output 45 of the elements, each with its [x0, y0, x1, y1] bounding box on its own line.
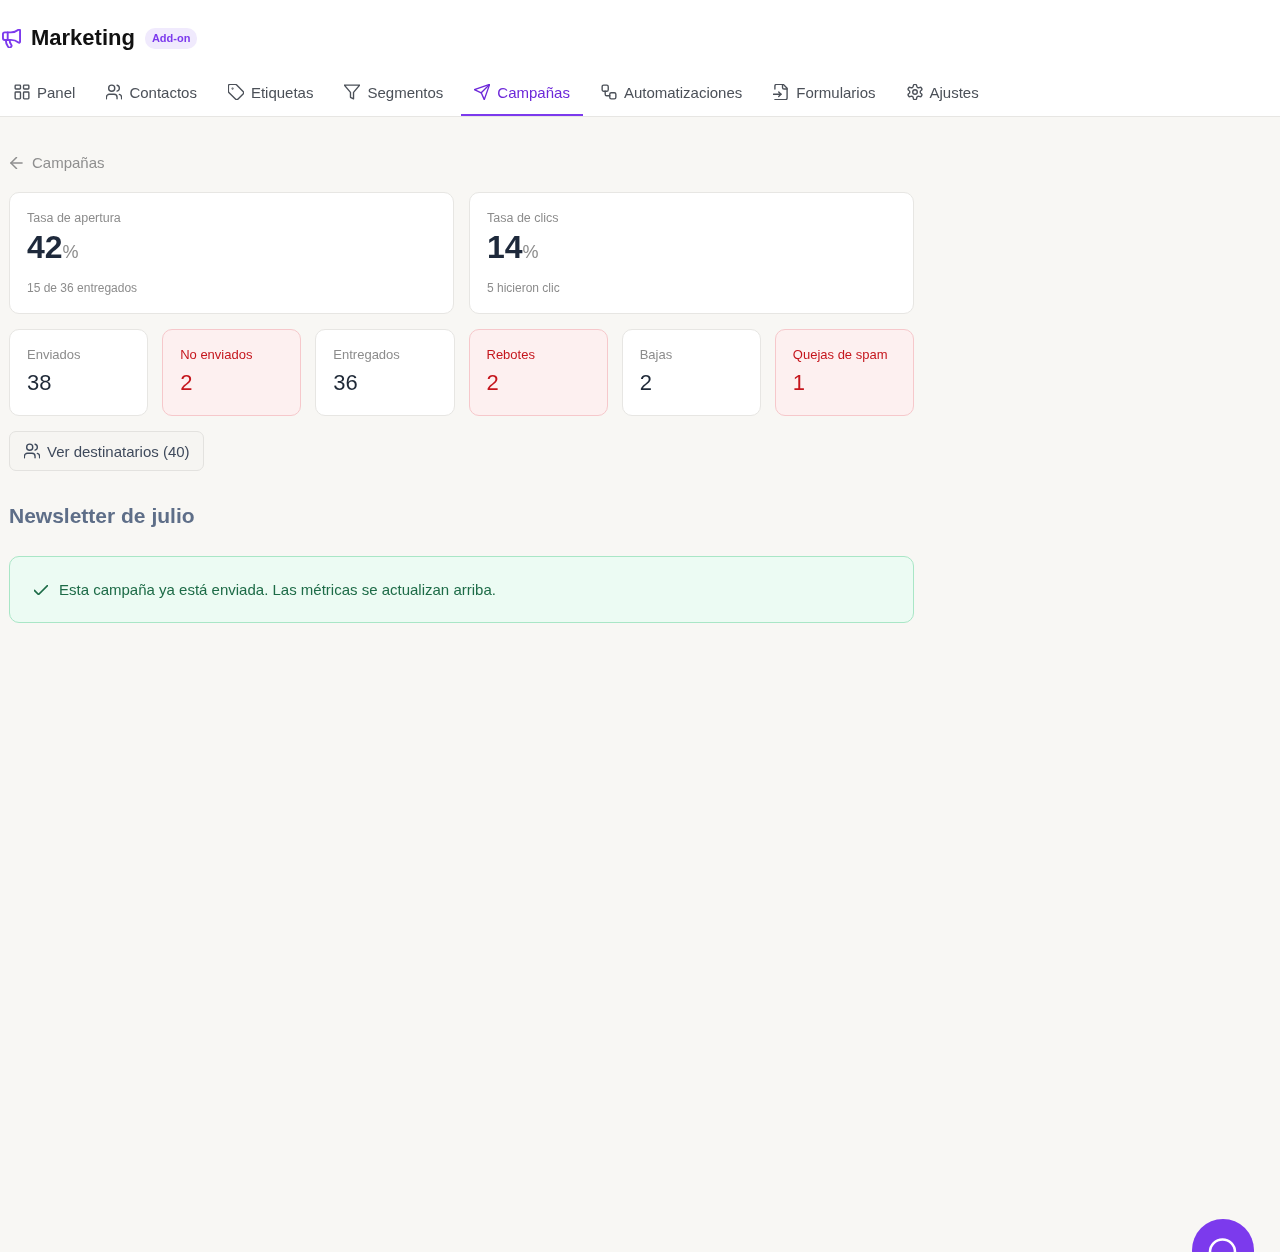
nav-tab[interactable]: Contactos — [93, 70, 210, 116]
users-icon — [24, 443, 40, 459]
nav-tab[interactable]: Formularios — [760, 70, 889, 116]
check-icon — [34, 584, 48, 595]
metric-detail: 5 hicieron clic — [487, 280, 561, 296]
notice-text: Esta campaña ya está enviada. Las métricas se actualizan arriba. — [59, 579, 496, 600]
stat-value: 2 — [180, 369, 194, 397]
metric-detail: 15 de 36 entregados — [27, 280, 139, 296]
app-title: Marketing — [31, 24, 135, 52]
nav-tab[interactable]: Automatizaciones — [587, 70, 756, 116]
stat-value: 2 — [486, 369, 500, 397]
megaphone-icon — [2, 28, 21, 48]
tag-icon — [227, 84, 244, 100]
stat-label: Quejas de spam — [792, 347, 889, 363]
file-input-icon — [773, 84, 790, 100]
campaign-title: Newsletter de julio — [9, 503, 196, 529]
addon-badge: Add-on — [144, 27, 198, 49]
stat-label: Bajas — [639, 347, 674, 363]
stat-value: 36 — [333, 369, 359, 397]
workflow-icon — [600, 84, 617, 100]
stat-label: Rebotes — [486, 347, 536, 363]
settings-icon — [906, 84, 923, 100]
view-recipients-button[interactable]: Ver destinatarios (40) — [9, 431, 204, 471]
metric-label: Tasa de apertura — [27, 210, 122, 226]
arrow-left-icon — [10, 157, 23, 169]
stat-label: Enviados — [27, 347, 82, 363]
nav-tab[interactable]: Campañas — [461, 70, 583, 116]
users-icon — [106, 84, 123, 100]
nav-tab[interactable]: Ajustes — [893, 70, 992, 116]
stat-label: Entregados — [333, 347, 401, 363]
nav-tab[interactable]: Segmentos — [331, 70, 457, 116]
metric-value: 42% — [27, 229, 80, 267]
floating-action-button[interactable] — [1192, 1219, 1254, 1252]
paper-plane-icon — [474, 84, 491, 100]
ring-icon — [1208, 1238, 1237, 1252]
metric-value: 14% — [487, 229, 540, 267]
stat-value: 2 — [639, 369, 653, 397]
nav-tab[interactable]: Panel — [1, 70, 89, 116]
dashboard-icon — [14, 84, 30, 100]
metric-label: Tasa de clics — [487, 210, 560, 226]
stat-value: 38 — [27, 369, 53, 397]
stat-value: 1 — [792, 369, 807, 397]
stat-label: No enviados — [180, 347, 254, 363]
nav-tab[interactable]: Etiquetas — [214, 70, 327, 116]
funnel-icon — [344, 84, 361, 100]
